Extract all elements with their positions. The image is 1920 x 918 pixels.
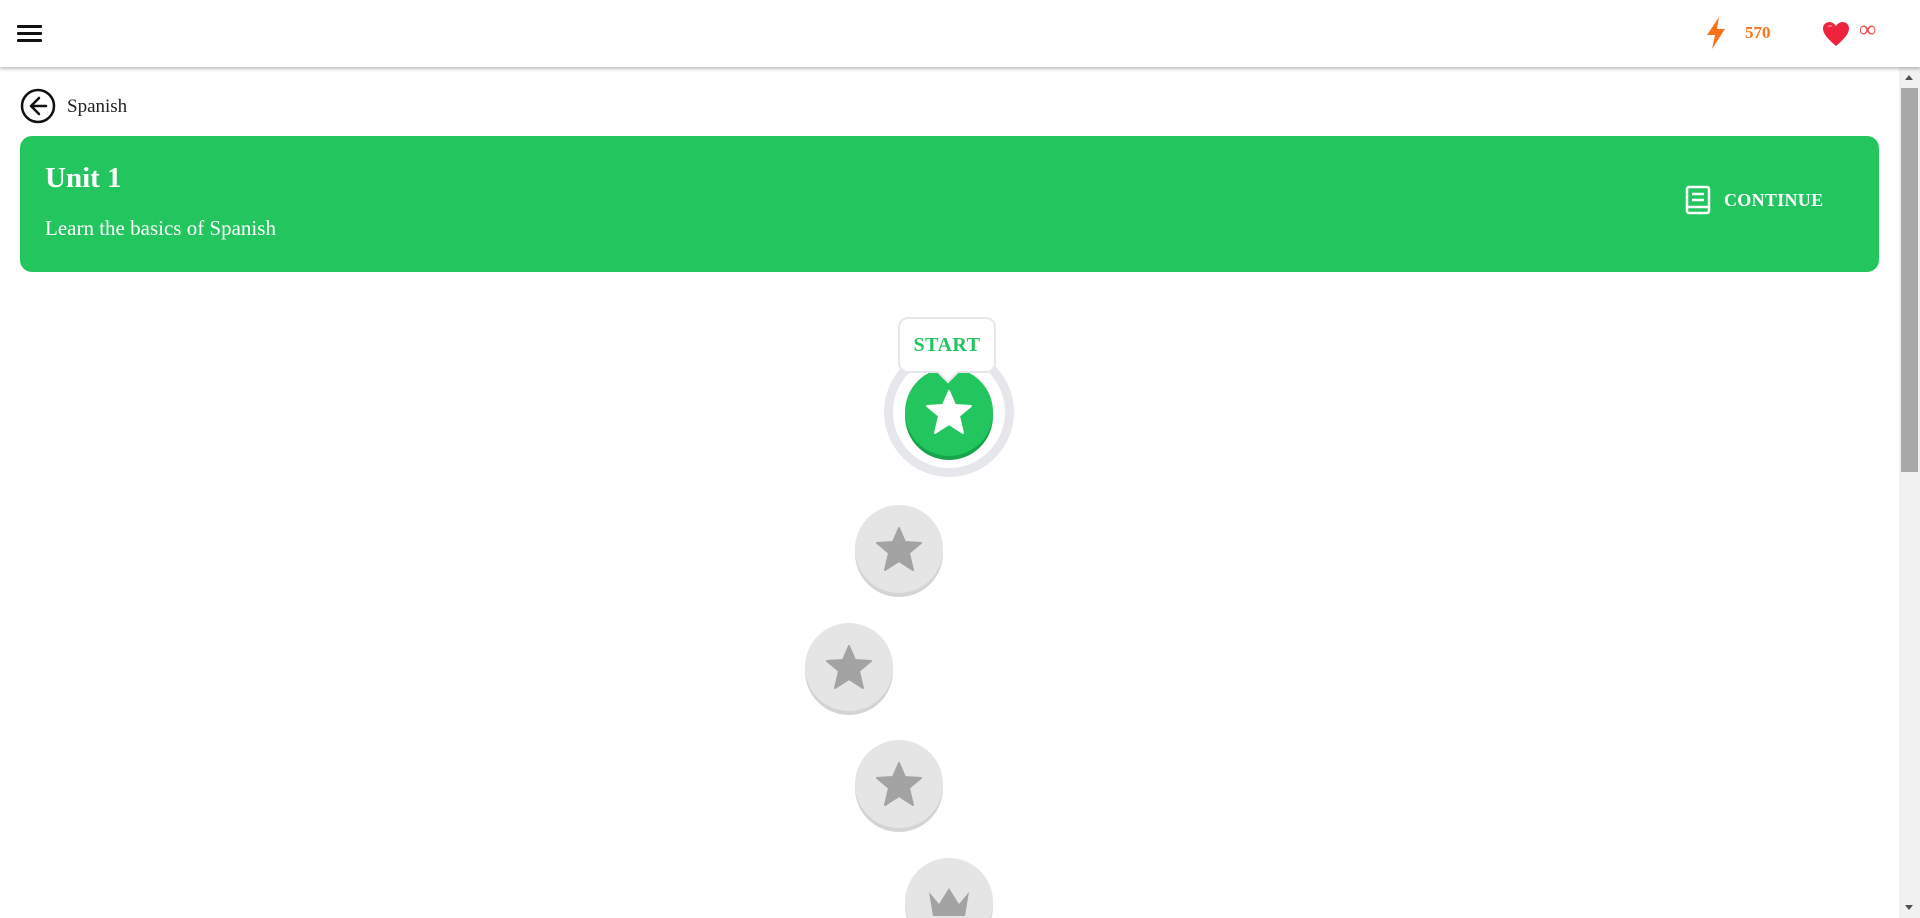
continue-label: CONTINUE bbox=[1724, 189, 1824, 210]
lives-count: ∞ bbox=[1859, 17, 1877, 43]
lesson-node-3[interactable] bbox=[805, 623, 893, 711]
continue-button[interactable]: CONTINUE bbox=[1675, 180, 1833, 220]
scroll-down-icon[interactable] bbox=[1905, 905, 1913, 910]
arrow-left-circle-icon[interactable] bbox=[20, 88, 56, 124]
vertical-scrollbar[interactable] bbox=[1899, 67, 1920, 918]
crown-icon bbox=[929, 888, 969, 916]
course-name: Spanish bbox=[67, 96, 128, 117]
unit-banner: Unit 1 Learn the basics of Spanish CONTI… bbox=[20, 136, 1879, 272]
lightning-icon bbox=[1707, 17, 1725, 49]
star-icon bbox=[876, 762, 922, 806]
star-icon bbox=[876, 527, 922, 571]
lesson-node-5[interactable] bbox=[905, 858, 993, 918]
scroll-thumb[interactable] bbox=[1901, 88, 1918, 472]
xp-count: 570 bbox=[1745, 23, 1771, 42]
start-tooltip: START bbox=[898, 317, 996, 373]
unit-subtitle: Learn the basics of Spanish bbox=[45, 216, 276, 240]
book-icon bbox=[1685, 185, 1711, 215]
scroll-up-icon[interactable] bbox=[1905, 75, 1913, 80]
heart-icon bbox=[1823, 22, 1849, 46]
main-content: Spanish Unit 1 Learn the basics of Spani… bbox=[0, 67, 1898, 918]
star-icon bbox=[826, 645, 872, 689]
lesson-node-4[interactable] bbox=[855, 740, 943, 828]
star-icon bbox=[926, 390, 972, 434]
hamburger-menu-icon[interactable] bbox=[17, 22, 43, 44]
top-bar: 570 ∞ bbox=[0, 0, 1920, 67]
unit-title: Unit 1 bbox=[45, 162, 122, 194]
lesson-node-2[interactable] bbox=[855, 505, 943, 593]
